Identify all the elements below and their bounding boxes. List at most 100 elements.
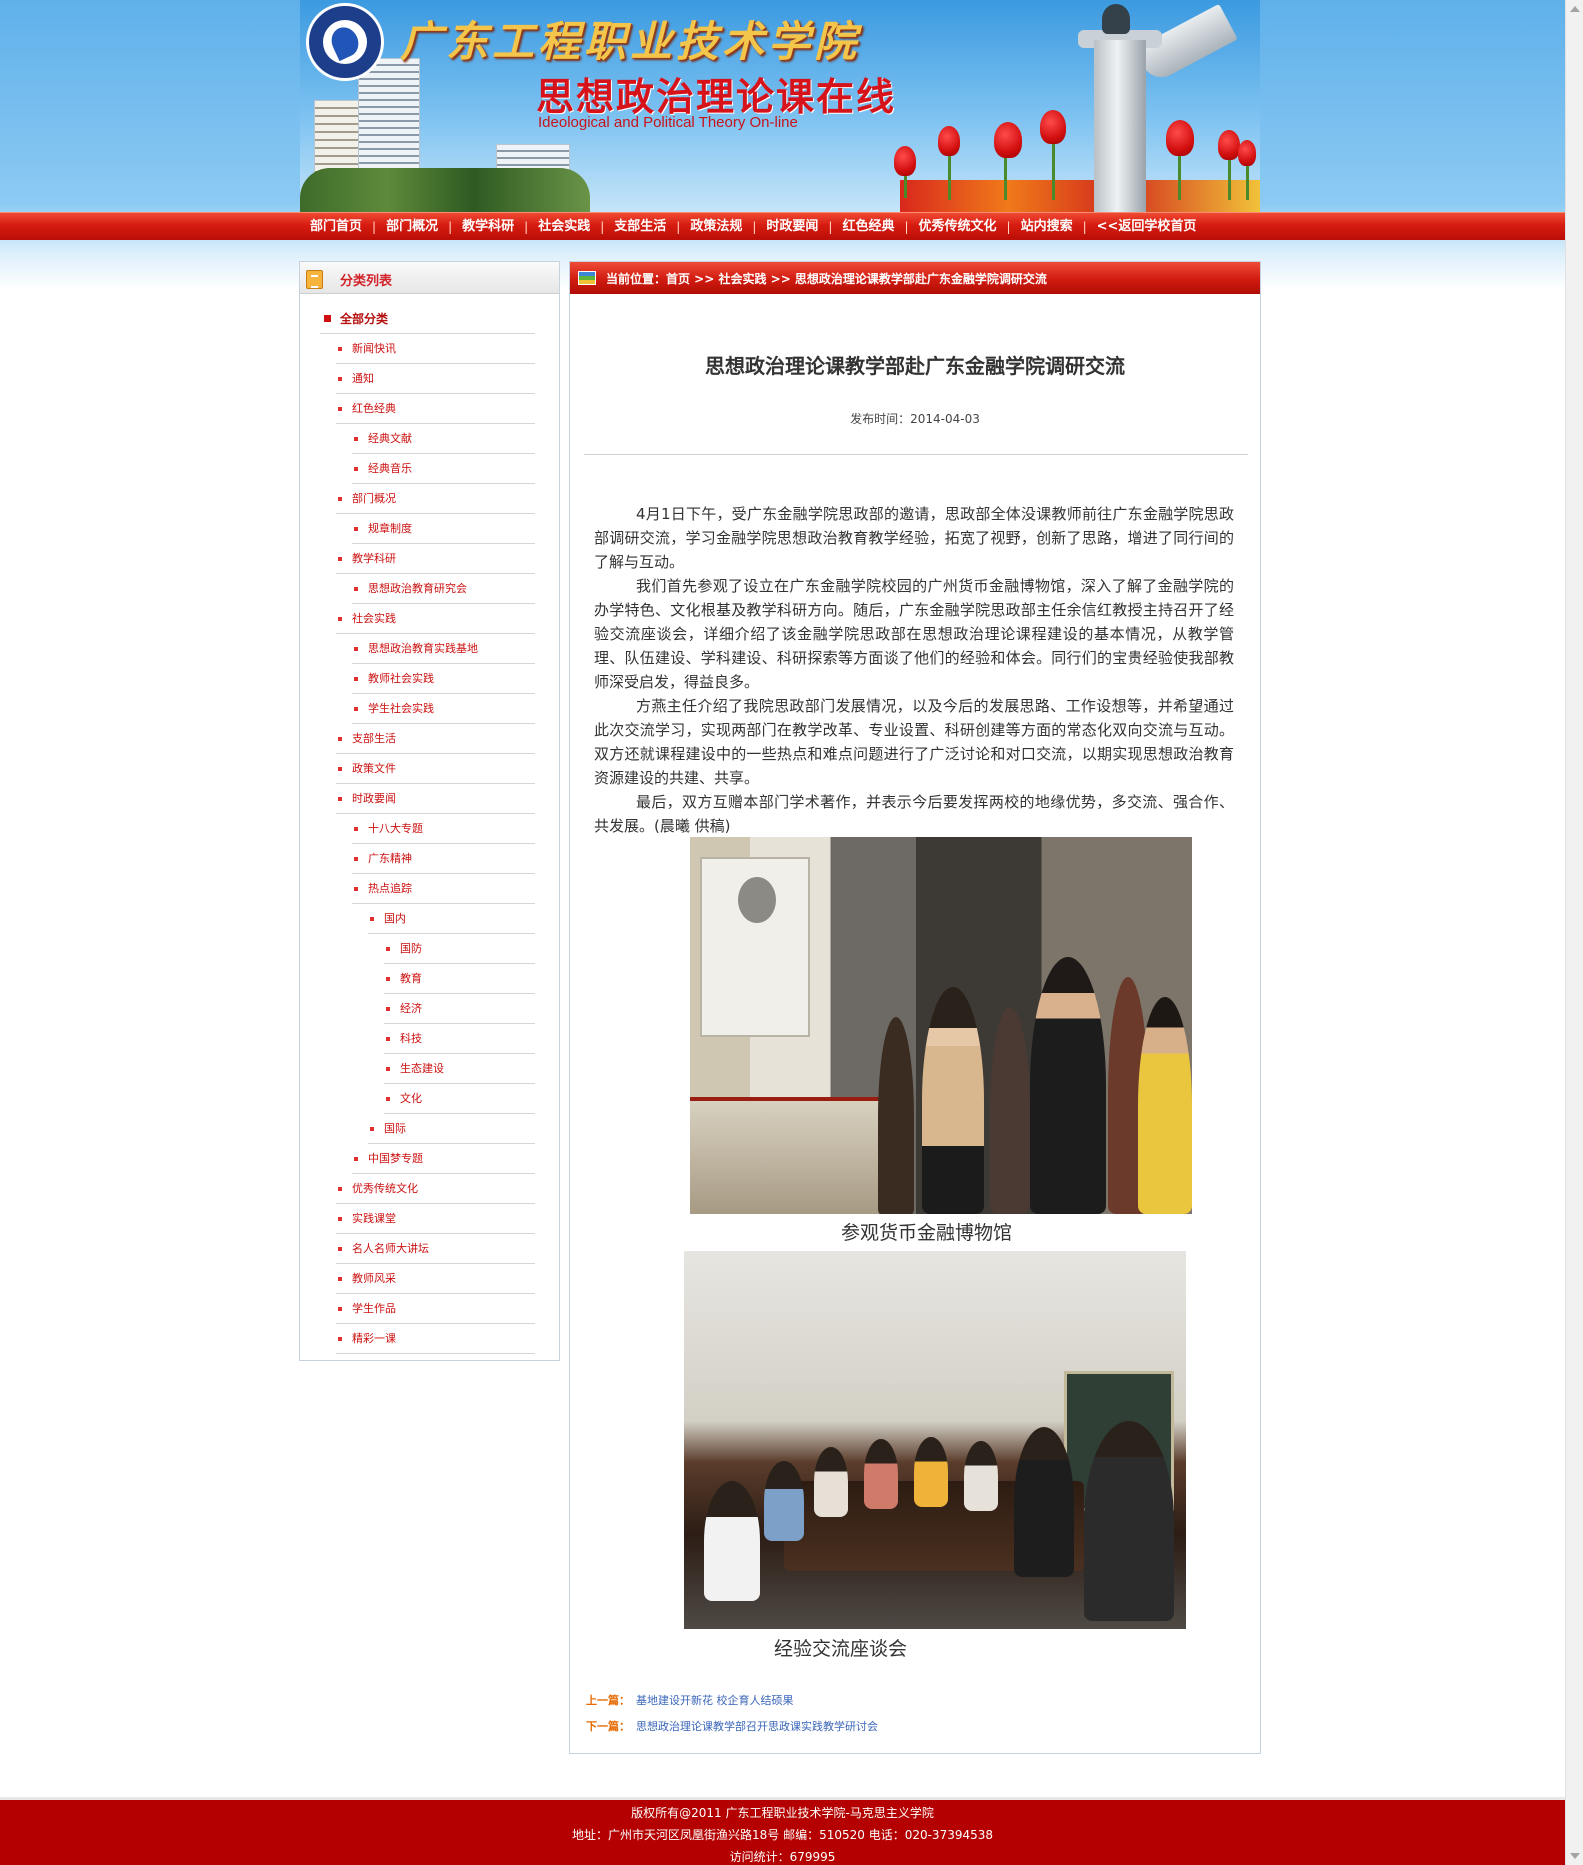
footer-visits: 访问统计：679995: [729, 1850, 836, 1864]
nav-item[interactable]: 社会实践: [528, 213, 600, 241]
category-label: 名人名师大讲坛: [352, 1242, 429, 1255]
category-item[interactable]: 社会实践: [336, 604, 535, 634]
bullet-icon: [386, 977, 390, 981]
category-label: 十八大专题: [368, 822, 423, 835]
nav-item[interactable]: 站内搜索: [1011, 213, 1083, 241]
category-item[interactable]: 教育: [384, 964, 535, 994]
category-item[interactable]: 全部分类: [320, 304, 535, 334]
category-item[interactable]: 经济: [384, 994, 535, 1024]
category-item[interactable]: 新闻快讯: [336, 334, 535, 364]
category-item[interactable]: 学生社会实践: [352, 694, 535, 724]
category-label: 广东精神: [368, 852, 412, 865]
category-item[interactable]: 时政要闻: [336, 784, 535, 814]
bullet-icon: [370, 1127, 374, 1131]
bullet-icon: [338, 377, 342, 381]
bullet-icon: [338, 1217, 342, 1221]
category-item[interactable]: 教师社会实践: [352, 664, 535, 694]
nav-item[interactable]: 时政要闻: [756, 213, 828, 241]
next-article-link[interactable]: 思想政治理论课教学部召开思政课实践教学研讨会: [636, 1720, 878, 1733]
category-item[interactable]: 广东精神: [352, 844, 535, 874]
trees-image: [300, 168, 590, 212]
next-article: 下一篇： 思想政治理论课教学部召开思政课实践教学研讨会: [586, 1718, 878, 1734]
category-item[interactable]: 红色经典: [336, 394, 535, 424]
category-item[interactable]: 热点追踪: [352, 874, 535, 904]
bullet-icon: [338, 617, 342, 621]
next-label: 下一篇：: [586, 1720, 630, 1733]
site-banner: 广东工程职业技术学院 思想政治理论课在线 Ideological and Pol…: [300, 0, 1260, 212]
tulip-image: [1166, 120, 1194, 156]
bullet-icon: [338, 797, 342, 801]
category-label: 实践课堂: [352, 1212, 396, 1225]
category-label: 时政要闻: [352, 792, 396, 805]
category-item[interactable]: 部门概况: [336, 484, 535, 514]
category-item[interactable]: 政策文件: [336, 754, 535, 784]
category-label: 思想政治教育实践基地: [368, 642, 478, 655]
site-subtitle: Ideological and Political Theory On-line: [538, 114, 798, 131]
bullet-icon: [354, 437, 358, 441]
category-item[interactable]: 规章制度: [352, 514, 535, 544]
category-item[interactable]: 经典音乐: [352, 454, 535, 484]
photo-caption: 参观货币金融博物馆: [841, 1222, 1013, 1244]
category-item[interactable]: 名人名师大讲坛: [336, 1234, 535, 1264]
category-item[interactable]: 教师风采: [336, 1264, 535, 1294]
category-item[interactable]: 教学科研: [336, 544, 535, 574]
category-item[interactable]: 十八大专题: [352, 814, 535, 844]
bullet-icon: [338, 407, 342, 411]
category-item[interactable]: 精彩一课: [336, 1324, 535, 1354]
nav-item[interactable]: 部门首页: [300, 213, 372, 241]
school-logo[interactable]: [306, 3, 384, 81]
tulip-image: [1238, 140, 1256, 166]
category-label: 社会实践: [352, 612, 396, 625]
bullet-icon: [354, 677, 358, 681]
category-item[interactable]: 优秀传统文化: [336, 1174, 535, 1204]
site-footer: 版权所有@2011 广东工程职业技术学院-马克思主义学院 地址：广州市天河区凤凰…: [0, 1797, 1565, 1865]
scroll-up-arrow-icon[interactable]: [1570, 6, 1580, 12]
pillar-beast-image: [1102, 4, 1130, 34]
category-label: 热点追踪: [368, 882, 412, 895]
category-item[interactable]: 国际: [368, 1114, 535, 1144]
category-item[interactable]: 经典文献: [352, 424, 535, 454]
category-label: 学生作品: [352, 1302, 396, 1315]
category-label: 学生社会实践: [368, 702, 434, 715]
category-label: 教师风采: [352, 1272, 396, 1285]
category-item[interactable]: 通知: [336, 364, 535, 394]
category-label: 国际: [384, 1122, 406, 1135]
category-label: 通知: [352, 372, 374, 385]
category-item[interactable]: 中国梦专题: [352, 1144, 535, 1174]
nav-item[interactable]: 红色经典: [832, 213, 904, 241]
vertical-scrollbar[interactable]: [1565, 0, 1583, 1865]
category-label: 部门概况: [352, 492, 396, 505]
nav-item[interactable]: 政策法规: [680, 213, 752, 241]
bullet-icon: [354, 887, 358, 891]
category-item[interactable]: 文化: [384, 1084, 535, 1114]
breadcrumb[interactable]: 当前位置：首页 >> 社会实践 >> 思想政治理论课教学部赴广东金融学院调研交流: [606, 270, 1047, 287]
category-item[interactable]: 学生作品: [336, 1294, 535, 1324]
category-label: 国内: [384, 912, 406, 925]
bullet-icon: [354, 587, 358, 591]
nav-item[interactable]: 部门概况: [376, 213, 448, 241]
nav-item[interactable]: 支部生活: [604, 213, 676, 241]
category-item[interactable]: 思想政治教育研究会: [352, 574, 535, 604]
list-icon: [306, 270, 323, 289]
scroll-down-arrow-icon[interactable]: [1570, 1853, 1580, 1859]
category-item[interactable]: 支部生活: [336, 724, 535, 754]
category-item[interactable]: 思想政治教育实践基地: [352, 634, 535, 664]
main-nav: 部门首页 | 部门概况 | 教学科研 | 社会实践 | 支部生活 | 政策法规 | 时政要闻 | 红色经典 |…: [0, 212, 1565, 240]
bullet-icon: [354, 857, 358, 861]
category-item[interactable]: 国内: [368, 904, 535, 934]
category-item[interactable]: 实践课堂: [336, 1204, 535, 1234]
nav-item[interactable]: 优秀传统文化: [909, 213, 1007, 241]
prev-article-link[interactable]: 基地建设开新花 校企育人结硕果: [636, 1694, 794, 1707]
tulip-image: [1040, 110, 1066, 144]
nav-item[interactable]: <<返回学校首页: [1087, 213, 1207, 241]
article-paragraph: 4月1日下午，受广东金融学院思政部的邀请，思政部全体没课教师前往广东金融学院思政…: [594, 505, 1234, 571]
category-label: 科技: [400, 1032, 422, 1045]
bullet-icon: [370, 917, 374, 921]
category-item[interactable]: 生态建设: [384, 1054, 535, 1084]
bullet-icon: [354, 707, 358, 711]
category-label: 规章制度: [368, 522, 412, 535]
nav-item[interactable]: 教学科研: [452, 213, 524, 241]
category-item[interactable]: 科技: [384, 1024, 535, 1054]
category-item[interactable]: 国防: [384, 934, 535, 964]
nav-items: 部门首页 | 部门概况 | 教学科研 | 社会实践 | 支部生活 | 政策法规 | 时政要闻 | 红色经典 |…: [300, 213, 1260, 241]
